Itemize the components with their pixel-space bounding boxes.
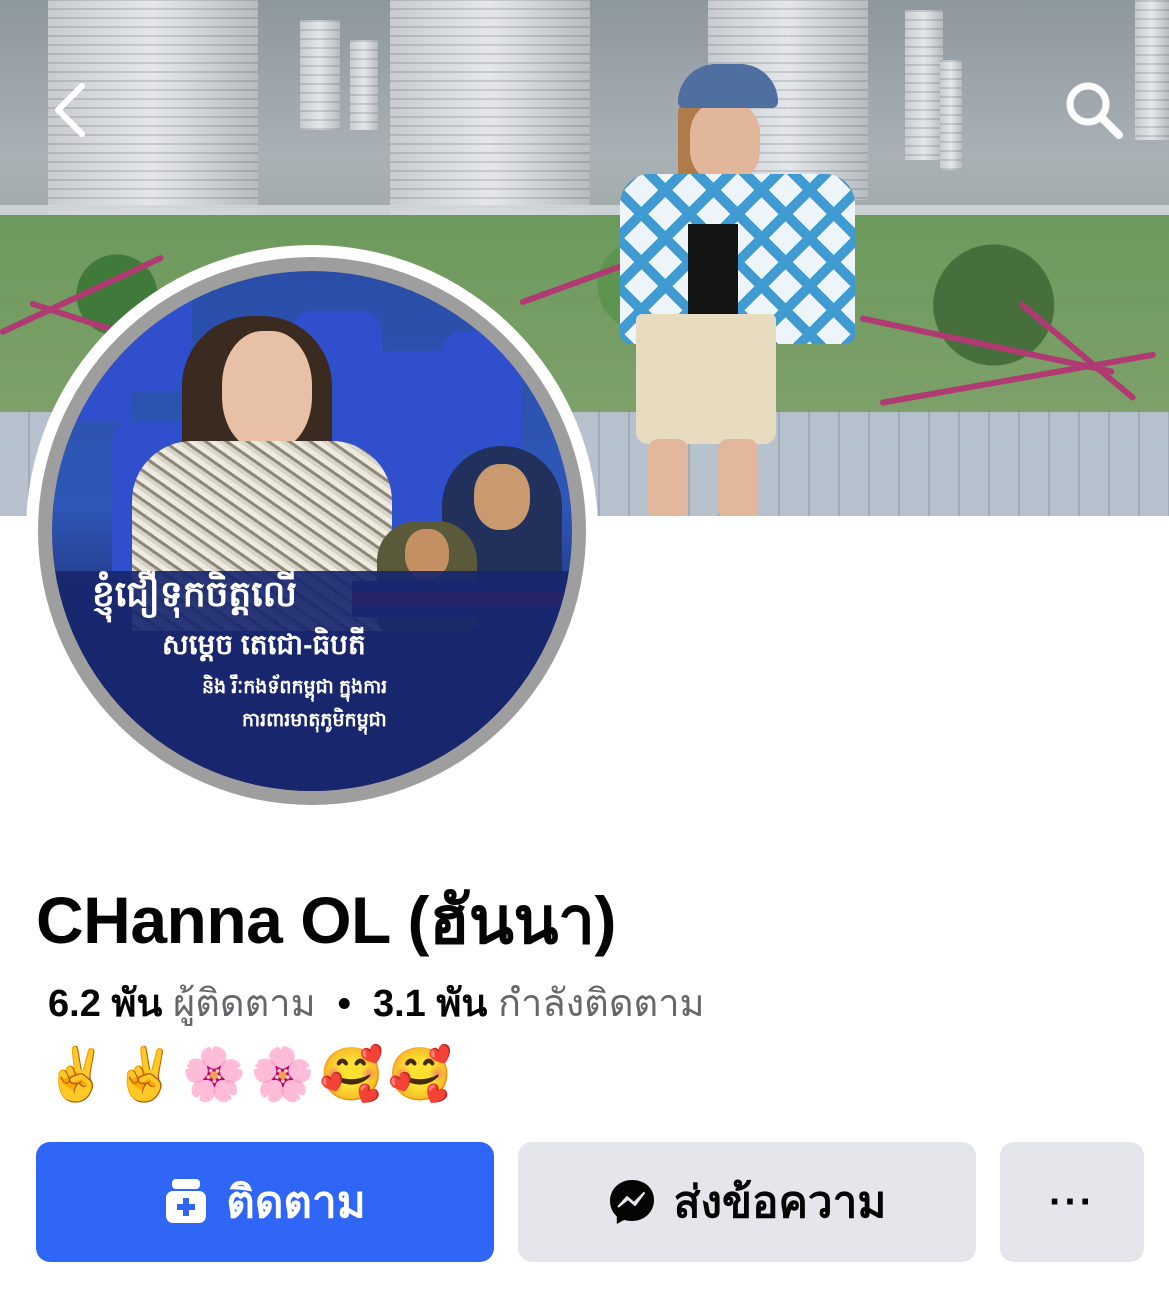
following-link[interactable]: 3.1 พัน กำลังติดตาม: [373, 983, 705, 1025]
profile-bio: ✌️✌️🌸🌸🥰🥰: [44, 1046, 457, 1104]
follow-stats: 6.2 พัน ผู้ติดตาม • 3.1 พัน กำลังติดตาม: [48, 972, 705, 1033]
follow-button[interactable]: ติดตาม: [36, 1142, 494, 1262]
followers-link[interactable]: 6.2 พัน ผู้ติดตาม: [48, 983, 316, 1025]
follow-label: ติดตาม: [226, 1178, 366, 1227]
message-label: ส่งข้อความ: [673, 1178, 887, 1227]
avatar-caption-line4: ការពារមាតុភូមិកម្ពុជា: [242, 710, 387, 731]
avatar-caption-line2: សម្តេច តេជោ-ធិបតី: [162, 629, 366, 660]
chevron-left-icon: [55, 83, 85, 137]
add-friend-icon: [166, 1179, 207, 1223]
search-icon: [1066, 82, 1123, 139]
search-button[interactable]: [1056, 72, 1132, 148]
message-button[interactable]: ส่งข้อความ: [518, 1142, 976, 1262]
avatar-caption-line3: និង រឹៈកងទ័ពកម្ពុជា ក្នុងការ: [202, 677, 388, 698]
profile-name: CHanna OL (ฮันนา): [36, 883, 617, 957]
avatar: ខ្ញុំជឿទុកចិត្តលើ សម្តេច តេជោ-ធិបតី និង …: [52, 271, 572, 791]
followers-label: ผู้ติดตาม: [172, 983, 316, 1025]
messenger-icon: [609, 1180, 654, 1224]
avatar-caption-line1: ខ្ញុំជឿទុកចិត្តលើ: [92, 573, 297, 614]
more-icon: ···: [1049, 1179, 1095, 1224]
following-count: 3.1 พัน: [372, 983, 488, 1025]
avatar-frame: ខ្ញុំជឿទុកចិត្តលើ សម្តេច តេជោ-ធិបតី និង …: [38, 257, 586, 805]
back-button[interactable]: [32, 72, 108, 148]
following-label: กำลังติดตาม: [497, 983, 705, 1025]
more-options-button[interactable]: ···: [1000, 1142, 1144, 1262]
followers-count: 6.2 พัน: [48, 983, 163, 1025]
profile-picture[interactable]: ខ្ញុំជឿទុកចិត្តលើ សម្តេច តេជោ-ធិបតី និង …: [26, 245, 598, 817]
stats-separator: •: [337, 983, 351, 1025]
